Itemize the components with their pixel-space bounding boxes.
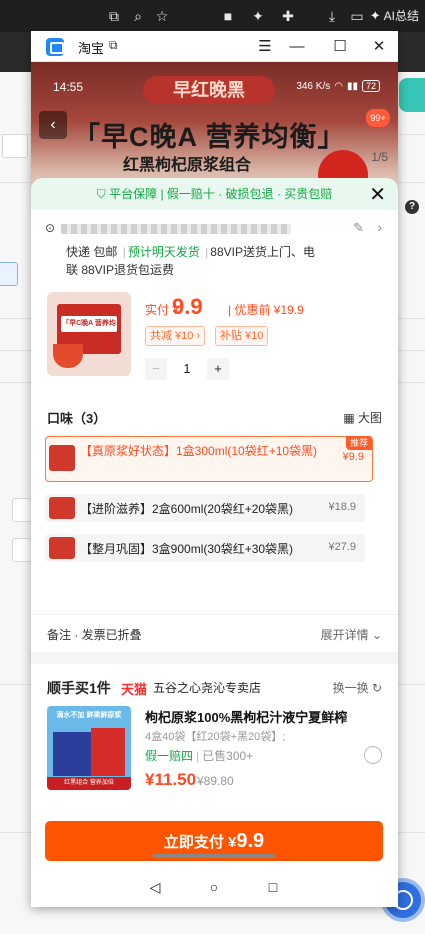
pin-window-icon[interactable]: ⧉ [109, 38, 118, 53]
download-icon[interactable]: ⤓ [323, 7, 341, 25]
option-price: ¥18.9 [328, 501, 356, 513]
gesture-bar [153, 854, 275, 858]
upsell-image[interactable]: 滴水不加 鲜果鲜原浆 红黑组合 营养加倍 [47, 706, 131, 790]
upsell-spec: 4盒40袋【红20袋+黑20袋】; [145, 731, 286, 743]
upsell-card: 顺手买1件 天猫 五谷之心尧沁专卖店 换一换 ↻ 滴水不加 鲜果鲜原浆 红黑组合… [31, 664, 398, 804]
product-image[interactable]: 「早C晚A 营养均衡」 [47, 292, 131, 376]
guarantee-text: 平台保障 | 假一赔十 · 破损包退 · 买贵包赔 [109, 187, 333, 201]
shipping-info: 快递 包邮 | 预计明天发货 | 88VIP送货上门、电联 88VIP退货包运费 [66, 245, 315, 277]
upsell-price: ¥11.50 [145, 770, 197, 789]
nav-recent-icon[interactable]: □ [261, 875, 285, 899]
shipping-eta: 预计明天发货 [127, 245, 200, 259]
flavor-option[interactable]: 【进阶滋养】2盒600ml(20袋红+20袋黑) ¥18.9 [45, 494, 365, 522]
ai-summary-label: AI总结 [383, 9, 419, 23]
sidebar-icon[interactable]: ▭ [348, 7, 366, 25]
grid-icon: ▦ [343, 411, 358, 425]
upsell-original-price: ¥89.80 [197, 774, 234, 788]
app-icon [46, 38, 64, 56]
flavor-card: 口味（3） ▦ 大图 【真原浆好状态】1盒300ml(10袋红+10袋黑) ¥9… [31, 396, 398, 614]
zoom-icon[interactable]: ⌕ [129, 7, 147, 25]
refresh-icon: ↻ [368, 681, 382, 695]
browser-toolbar: ⧉ ⌕ ☆ ■ ✦ ✚ ⤓ ▭ ✦ AI总结 [0, 0, 425, 32]
increment-button[interactable]: + [207, 358, 229, 380]
promo-pill: 早红晚黑 [143, 76, 275, 104]
wifi-icon: ◠ [334, 80, 343, 92]
option-text: 【进阶滋养】2盒600ml(20袋红+20袋黑) [80, 502, 294, 516]
extensions-puzzle-icon[interactable]: ✚ [279, 7, 297, 25]
flavor-heading: 口味（3） [47, 411, 107, 426]
bg-field [0, 262, 18, 286]
battery-level: 72 [361, 80, 380, 92]
back-arrow-icon[interactable]: ‹ [39, 111, 67, 139]
remark-row[interactable]: 备注 · 发票已折叠 展开详情 ⌄ [31, 614, 398, 652]
option-price: ¥9.9 [342, 451, 364, 463]
extension-fox-icon[interactable]: ✦ [249, 7, 267, 25]
nav-back-icon[interactable]: ◁ [143, 875, 167, 899]
decrement-button[interactable]: − [145, 358, 167, 380]
window-titlebar: 淘宝 ⧉ ☰ — ☐ ✕ [31, 31, 398, 62]
option-thumbnail [49, 497, 75, 519]
menu-icon[interactable]: ☰ [254, 36, 276, 58]
bg-field [12, 498, 32, 522]
discount-tag[interactable]: 共减 ¥10 › [145, 326, 206, 346]
price-value: 9.9 [172, 294, 203, 319]
bg-field [2, 134, 28, 158]
flavor-option[interactable]: 【整月巩固】3盒900ml(30袋红+30袋黑) ¥27.9 [45, 534, 365, 562]
bookmark-star-icon[interactable]: ☆ [153, 7, 171, 25]
upsell-select-radio[interactable] [364, 746, 382, 764]
nav-home-icon[interactable]: ○ [202, 875, 226, 899]
window-title: 淘宝 [78, 41, 105, 56]
ai-summary-button[interactable]: ✦ AI总结 [370, 6, 419, 26]
option-text: 【整月巩固】3盒900ml(30袋红+30袋黑) [80, 542, 294, 556]
quantity-stepper: − 1 + [145, 358, 229, 380]
screenshot-icon[interactable]: ⧉ [105, 7, 123, 25]
recommend-badge: 推荐 [345, 436, 372, 450]
option-thumbnail [49, 537, 75, 559]
checkout-sheet: ⛉ 平台保障 | 假一赔十 · 破损包退 · 买贵包赔 ✕ ⊙ ✎ › 快递 包… [31, 178, 398, 907]
subsidy-tag: 补贴 ¥10 [215, 326, 269, 346]
location-icon: ⊙ [45, 221, 56, 235]
ai-sparkle-icon: ✦ [369, 8, 381, 23]
promo-subtitle: 红黑枸杞原浆组合 [123, 157, 252, 174]
bigview-toggle[interactable]: ▦ 大图 [343, 409, 382, 426]
status-time: 14:55 [53, 80, 84, 94]
image-counter: 1/5 [371, 150, 388, 164]
tmall-label: 天猫 [121, 682, 148, 697]
upsell-name: 枸杞原浆100%黑枸杞汁液宁夏鲜榨 [145, 710, 348, 725]
option-text: 【真原浆好状态】1盒300ml(10袋红+10袋黑) [80, 444, 318, 458]
option-thumbnail [49, 445, 75, 471]
quantity-value: 1 [183, 361, 191, 376]
close-window-icon[interactable]: ✕ [368, 36, 390, 58]
phone-mirror-window: 淘宝 ⧉ ☰ — ☐ ✕ 14:55 346 K/s ◠ ▮▮ 72 早红晚黑 … [31, 31, 398, 907]
maximize-icon[interactable]: ☐ [329, 36, 351, 58]
shipping-method: 快递 包邮 [66, 245, 118, 259]
chevron-right-icon[interactable]: › [377, 219, 382, 235]
extension-square-icon[interactable]: ■ [219, 7, 237, 25]
expand-details[interactable]: 展开详情 ⌄ [321, 626, 382, 643]
flavor-option[interactable]: 【真原浆好状态】1盒300ml(10袋红+10袋黑) ¥9.9 推荐 [45, 436, 373, 482]
help-icon[interactable]: ? [405, 200, 419, 214]
bg-field [12, 538, 32, 562]
shield-icon: ⛉ [96, 187, 110, 201]
address-masked[interactable] [61, 224, 291, 234]
swap-button[interactable]: 换一换 ↻ [333, 679, 382, 696]
assistant-pill[interactable] [399, 78, 425, 112]
price-before: | 优惠前 ¥19.9 [228, 303, 304, 317]
close-sheet-icon[interactable]: ✕ [369, 182, 386, 207]
status-icons: 346 K/s ◠ ▮▮ 72 [296, 80, 380, 92]
promo-title: 「早C晚A 营养均衡」 [73, 122, 346, 152]
remark-label: 备注 · 发票已折叠 [47, 628, 142, 642]
upsell-heading: 顺手买1件 [47, 680, 111, 696]
signal-icon: ▮▮ [346, 80, 358, 92]
net-speed: 346 K/s [296, 80, 331, 92]
chevron-down-icon: ⌄ [368, 628, 382, 642]
minimize-icon[interactable]: — [286, 36, 308, 58]
upsell-promo: 假一赔四 | 已售300+ [145, 749, 254, 763]
option-price: ¥27.9 [328, 541, 356, 553]
cart-badge[interactable]: 99+ [366, 109, 390, 127]
edit-address-icon[interactable]: ✎ [353, 220, 364, 236]
order-card: ⊙ ✎ › 快递 包邮 | 预计明天发货 | 88VIP送货上门、电联 88VIP退… [31, 210, 398, 396]
shop-name: 五谷之心尧沁专卖店 [153, 681, 262, 695]
guarantee-bar: ⛉ 平台保障 | 假一赔十 · 破损包退 · 买贵包赔 [31, 178, 398, 210]
